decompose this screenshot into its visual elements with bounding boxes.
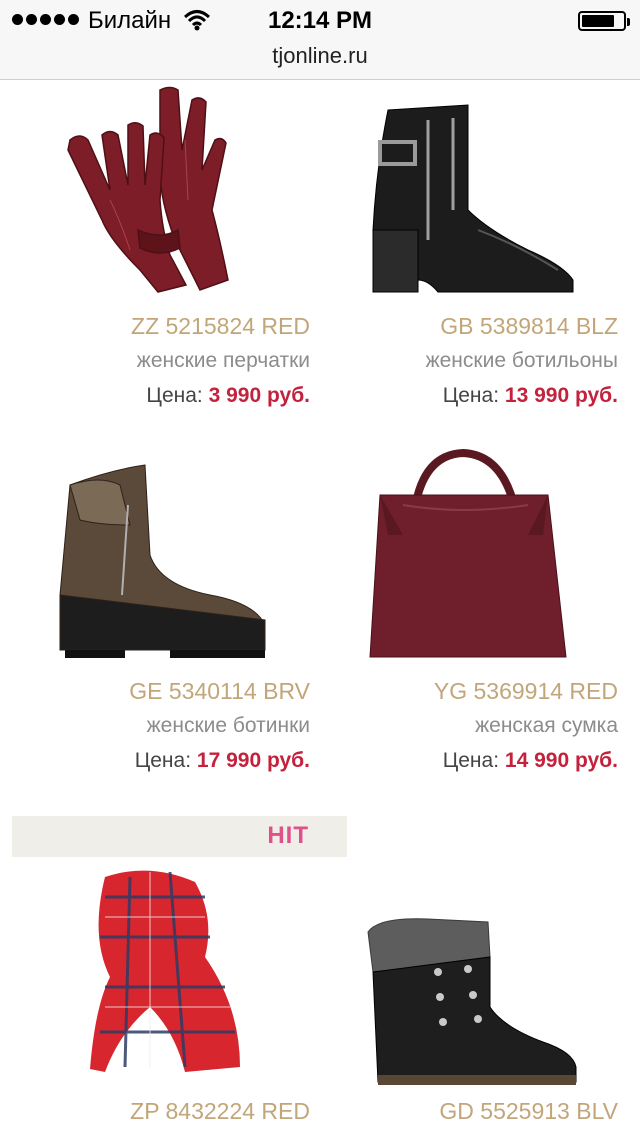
product-sku[interactable]: ZP 8432224 RED [130, 1098, 310, 1125]
product-description: женские ботильоны [425, 349, 618, 372]
product-price: Цена: 3 990 руб. [146, 384, 310, 408]
product-card[interactable]: GB 5389814 BLZ женские ботильоны Цена: 1… [318, 80, 618, 410]
product-card[interactable]: GD 5525913 BLV [318, 857, 618, 1136]
price-label: Цена: [442, 384, 500, 407]
carrier-name: Билайн [88, 7, 172, 34]
scarf-icon[interactable] [10, 857, 310, 1092]
hit-label: HIT [267, 822, 309, 849]
status-bar: Билайн 12:14 PM [0, 0, 640, 40]
product-price: Цена: 13 990 руб. [443, 384, 618, 408]
product-card[interactable]: ZZ 5215824 RED женские перчатки Цена: 3 … [10, 80, 310, 410]
product-sku[interactable]: YG 5369914 RED [434, 678, 618, 705]
product-description: женская сумка [475, 714, 618, 737]
battery-icon [578, 11, 630, 31]
boot-icon[interactable] [10, 445, 310, 675]
browser-address-bar[interactable]: tjonline.ru [0, 40, 640, 80]
fur-boot-icon[interactable] [318, 857, 618, 1092]
product-price: Цена: 17 990 руб. [135, 749, 310, 773]
price-value: 13 990 руб. [504, 384, 618, 407]
product-card[interactable]: YG 5369914 RED женская сумка Цена: 14 99… [318, 445, 618, 775]
product-card[interactable]: ZP 8432224 RED [10, 857, 310, 1136]
hit-badge: HIT [12, 816, 347, 857]
battery-level [582, 15, 614, 27]
product-sku[interactable]: GE 5340114 BRV [129, 678, 310, 705]
handbag-icon[interactable] [318, 445, 618, 675]
gloves-icon[interactable] [10, 80, 310, 310]
price-value: 17 990 руб. [196, 749, 310, 772]
price-value: 14 990 руб. [504, 749, 618, 772]
ankle-boot-icon[interactable] [318, 80, 618, 310]
wifi-icon [184, 10, 210, 31]
product-sku[interactable]: GD 5525913 BLV [439, 1098, 618, 1125]
price-label: Цена: [134, 749, 192, 772]
product-card[interactable]: GE 5340114 BRV женские ботинки Цена: 17 … [10, 445, 310, 775]
product-price: Цена: 14 990 руб. [443, 749, 618, 773]
signal-strength-icon [12, 14, 79, 25]
price-label: Цена: [442, 749, 500, 772]
product-sku[interactable]: GB 5389814 BLZ [440, 313, 618, 340]
price-label: Цена: [146, 384, 203, 407]
url-text[interactable]: tjonline.ru [272, 42, 367, 70]
product-description: женские ботинки [146, 714, 310, 737]
product-description: женские перчатки [136, 349, 310, 372]
price-value: 3 990 руб. [208, 384, 310, 407]
product-sku[interactable]: ZZ 5215824 RED [131, 313, 310, 340]
